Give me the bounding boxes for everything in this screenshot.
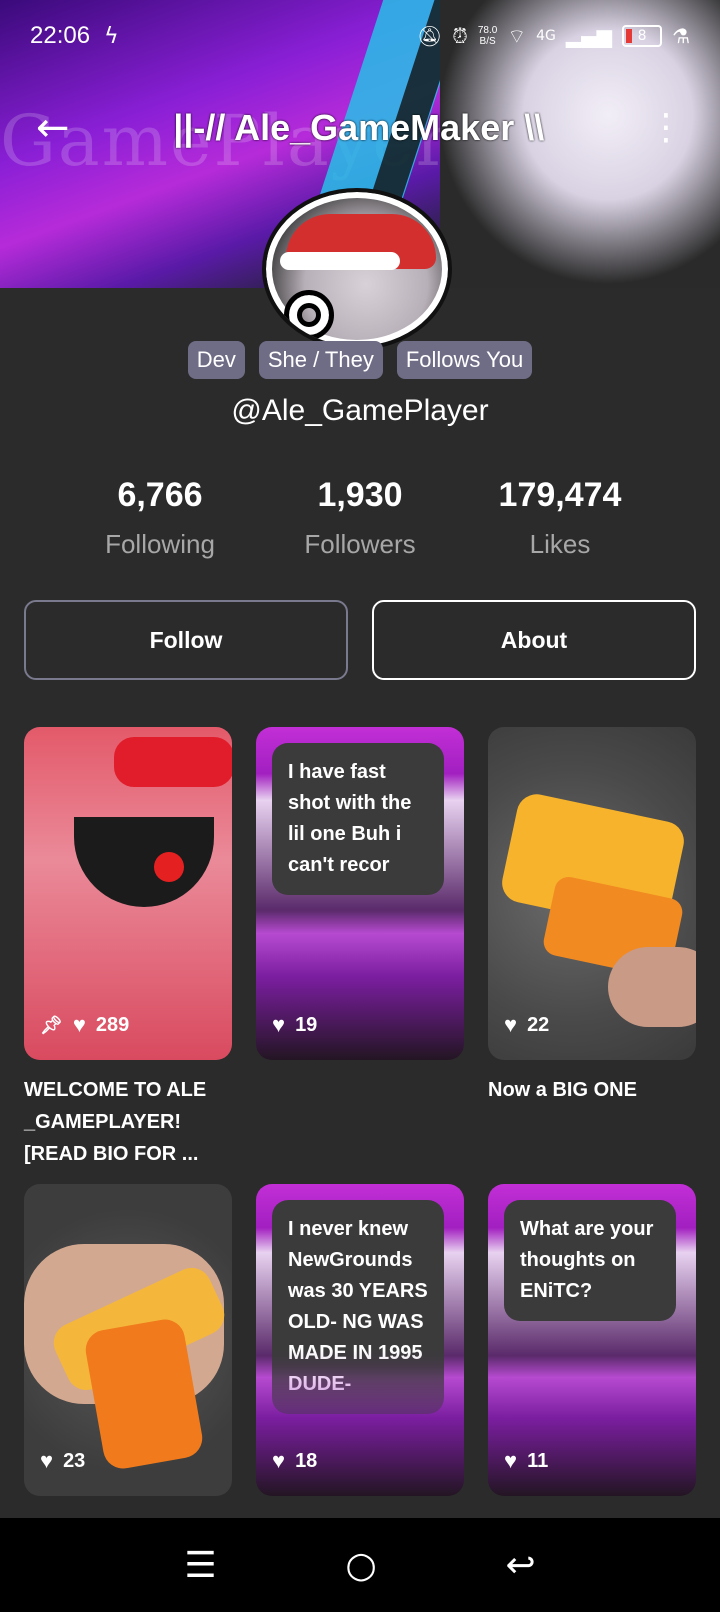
text-post-content: I never knew NewGrounds was 30 YEARS OLD… — [272, 1200, 444, 1414]
avatar-hat-rim — [280, 252, 400, 270]
posts-grid: 📌︎ ♥ 289 WELCOME TO ALE _GAMEPLAYER! [RE… — [24, 727, 696, 1496]
post-item: I never knew NewGrounds was 30 YEARS OLD… — [256, 1184, 464, 1496]
stat-label: Following — [105, 529, 215, 559]
post-thumbnail[interactable]: I have fast shot with the lil one Buh i … — [256, 727, 464, 1060]
status-time: 22:06 — [30, 22, 91, 49]
stat-followers[interactable]: 1,930 Followers — [275, 476, 445, 560]
post-item: ♥ 23 — [24, 1184, 232, 1496]
post-likes: ♥ 18 — [272, 1448, 317, 1474]
menu-icon[interactable]: ☰ — [184, 1545, 216, 1586]
heart-icon: ♥ — [40, 1448, 54, 1473]
profile-badges: Dev She / They Follows You — [0, 341, 720, 379]
stat-label: Likes — [529, 529, 591, 559]
badge-pronouns: She / They — [258, 341, 383, 379]
text-post-content: I have fast shot with the lil one Buh i … — [272, 743, 444, 895]
thumbnail-art — [114, 737, 232, 787]
battery-icon: 8 — [622, 25, 663, 47]
thumbnail-art — [608, 947, 696, 1027]
stat-value: 6,766 — [117, 476, 203, 514]
post-likes: 📌︎ ♥ 289 — [40, 1012, 129, 1038]
profile-stats: 6,766 Following 1,930 Followers 179,474 … — [0, 476, 720, 560]
post-likes: ♥ 19 — [272, 1012, 317, 1038]
profile-actions: Follow About — [24, 600, 696, 680]
likes-count: 22 — [527, 1013, 550, 1036]
more-options-icon[interactable]: ⋮ — [648, 110, 684, 146]
pin-icon: 📌︎ — [40, 1014, 63, 1035]
heart-icon: ♥ — [72, 1012, 86, 1037]
post-item: What are your thoughts on ENiTC? ♥ 11 — [488, 1184, 696, 1496]
heart-icon: ♥ — [272, 1012, 286, 1037]
post-item: 📌︎ ♥ 289 WELCOME TO ALE _GAMEPLAYER! [RE… — [24, 727, 232, 1184]
text-post-content: What are your thoughts on ENiTC? — [504, 1200, 676, 1321]
heart-icon: ♥ — [504, 1012, 518, 1037]
profile-handle: @Ale_GamePlayer — [231, 394, 489, 427]
heart-icon: ♥ — [272, 1448, 286, 1473]
post-likes: ♥ 23 — [40, 1448, 85, 1474]
thumbnail-art — [74, 817, 214, 907]
mute-bell-icon: 🔕︎ — [416, 24, 443, 48]
post-item: I have fast shot with the lil one Buh i … — [256, 727, 464, 1184]
system-nav-bar: ☰ ○ ↩ — [0, 1518, 720, 1612]
flask-icon: ⚗︎ — [672, 24, 690, 48]
network-speed: 78.0 B/S — [477, 25, 498, 47]
wifi-icon: ⌔ — [507, 23, 527, 48]
status-icons: 🔕︎ ⏰︎ 78.0 B/S ⌔ 4G ▂▄▆ 8 ⚗︎ — [417, 24, 690, 49]
likes-count: 289 — [95, 1013, 130, 1036]
badge-dev: Dev — [187, 341, 245, 379]
thumbnail-art — [154, 852, 184, 882]
top-app-bar: ← ||-// Ale_GameMaker \\ ⋮ — [0, 96, 720, 160]
likes-count: 18 — [295, 1449, 318, 1472]
network-type: 4G — [536, 28, 556, 44]
signal-icon: ▂▄▆ — [565, 24, 613, 48]
stat-following[interactable]: 6,766 Following — [75, 476, 245, 560]
post-caption[interactable]: WELCOME TO ALE _GAMEPLAYER! [READ BIO FO… — [24, 1074, 232, 1184]
follow-button[interactable]: Follow — [24, 600, 348, 680]
post-thumbnail[interactable]: What are your thoughts on ENiTC? ♥ 11 — [488, 1184, 696, 1496]
back-arrow-icon[interactable]: ← — [36, 108, 70, 148]
likes-count: 23 — [63, 1449, 86, 1472]
likes-count: 11 — [527, 1449, 549, 1472]
post-thumbnail[interactable]: I never knew NewGrounds was 30 YEARS OLD… — [256, 1184, 464, 1496]
post-likes: ♥ 22 — [504, 1012, 549, 1038]
post-likes: ♥ 11 — [504, 1448, 548, 1474]
stat-value: 1,930 — [317, 476, 403, 514]
status-bar: 22:06 ϟ 🔕︎ ⏰︎ 78.0 B/S ⌔ 4G ▂▄▆ 8 ⚗︎ — [0, 0, 720, 72]
home-circle-icon[interactable]: ○ — [345, 1545, 376, 1586]
back-return-icon[interactable]: ↩ — [505, 1545, 535, 1586]
post-item: ♥ 22 Now a BIG ONE — [488, 727, 696, 1184]
alarm-icon: ⏰︎ — [452, 24, 468, 48]
avatar-swirl — [284, 290, 334, 340]
profile-screen: GamePlayer 22:06 ϟ 🔕︎ ⏰︎ 78.0 B/S ⌔ 4G ▂▄… — [0, 0, 720, 1612]
badge-follows-you: Follows You — [396, 341, 533, 379]
post-thumbnail[interactable]: ♥ 22 — [488, 727, 696, 1060]
post-caption — [256, 1074, 464, 1184]
charging-bolt-icon: ϟ — [104, 23, 119, 49]
stat-likes: 179,474 Likes — [475, 476, 645, 560]
post-caption[interactable]: Now a BIG ONE — [488, 1074, 696, 1184]
about-button[interactable]: About — [372, 600, 696, 680]
likes-count: 19 — [295, 1013, 318, 1036]
post-thumbnail[interactable]: 📌︎ ♥ 289 — [24, 727, 232, 1060]
heart-icon: ♥ — [504, 1448, 518, 1473]
stat-value: 179,474 — [498, 476, 622, 514]
post-thumbnail[interactable]: ♥ 23 — [24, 1184, 232, 1496]
page-title: ||-// Ale_GameMaker \\ — [173, 107, 545, 148]
avatar[interactable] — [262, 188, 452, 350]
stat-label: Followers — [304, 529, 416, 559]
